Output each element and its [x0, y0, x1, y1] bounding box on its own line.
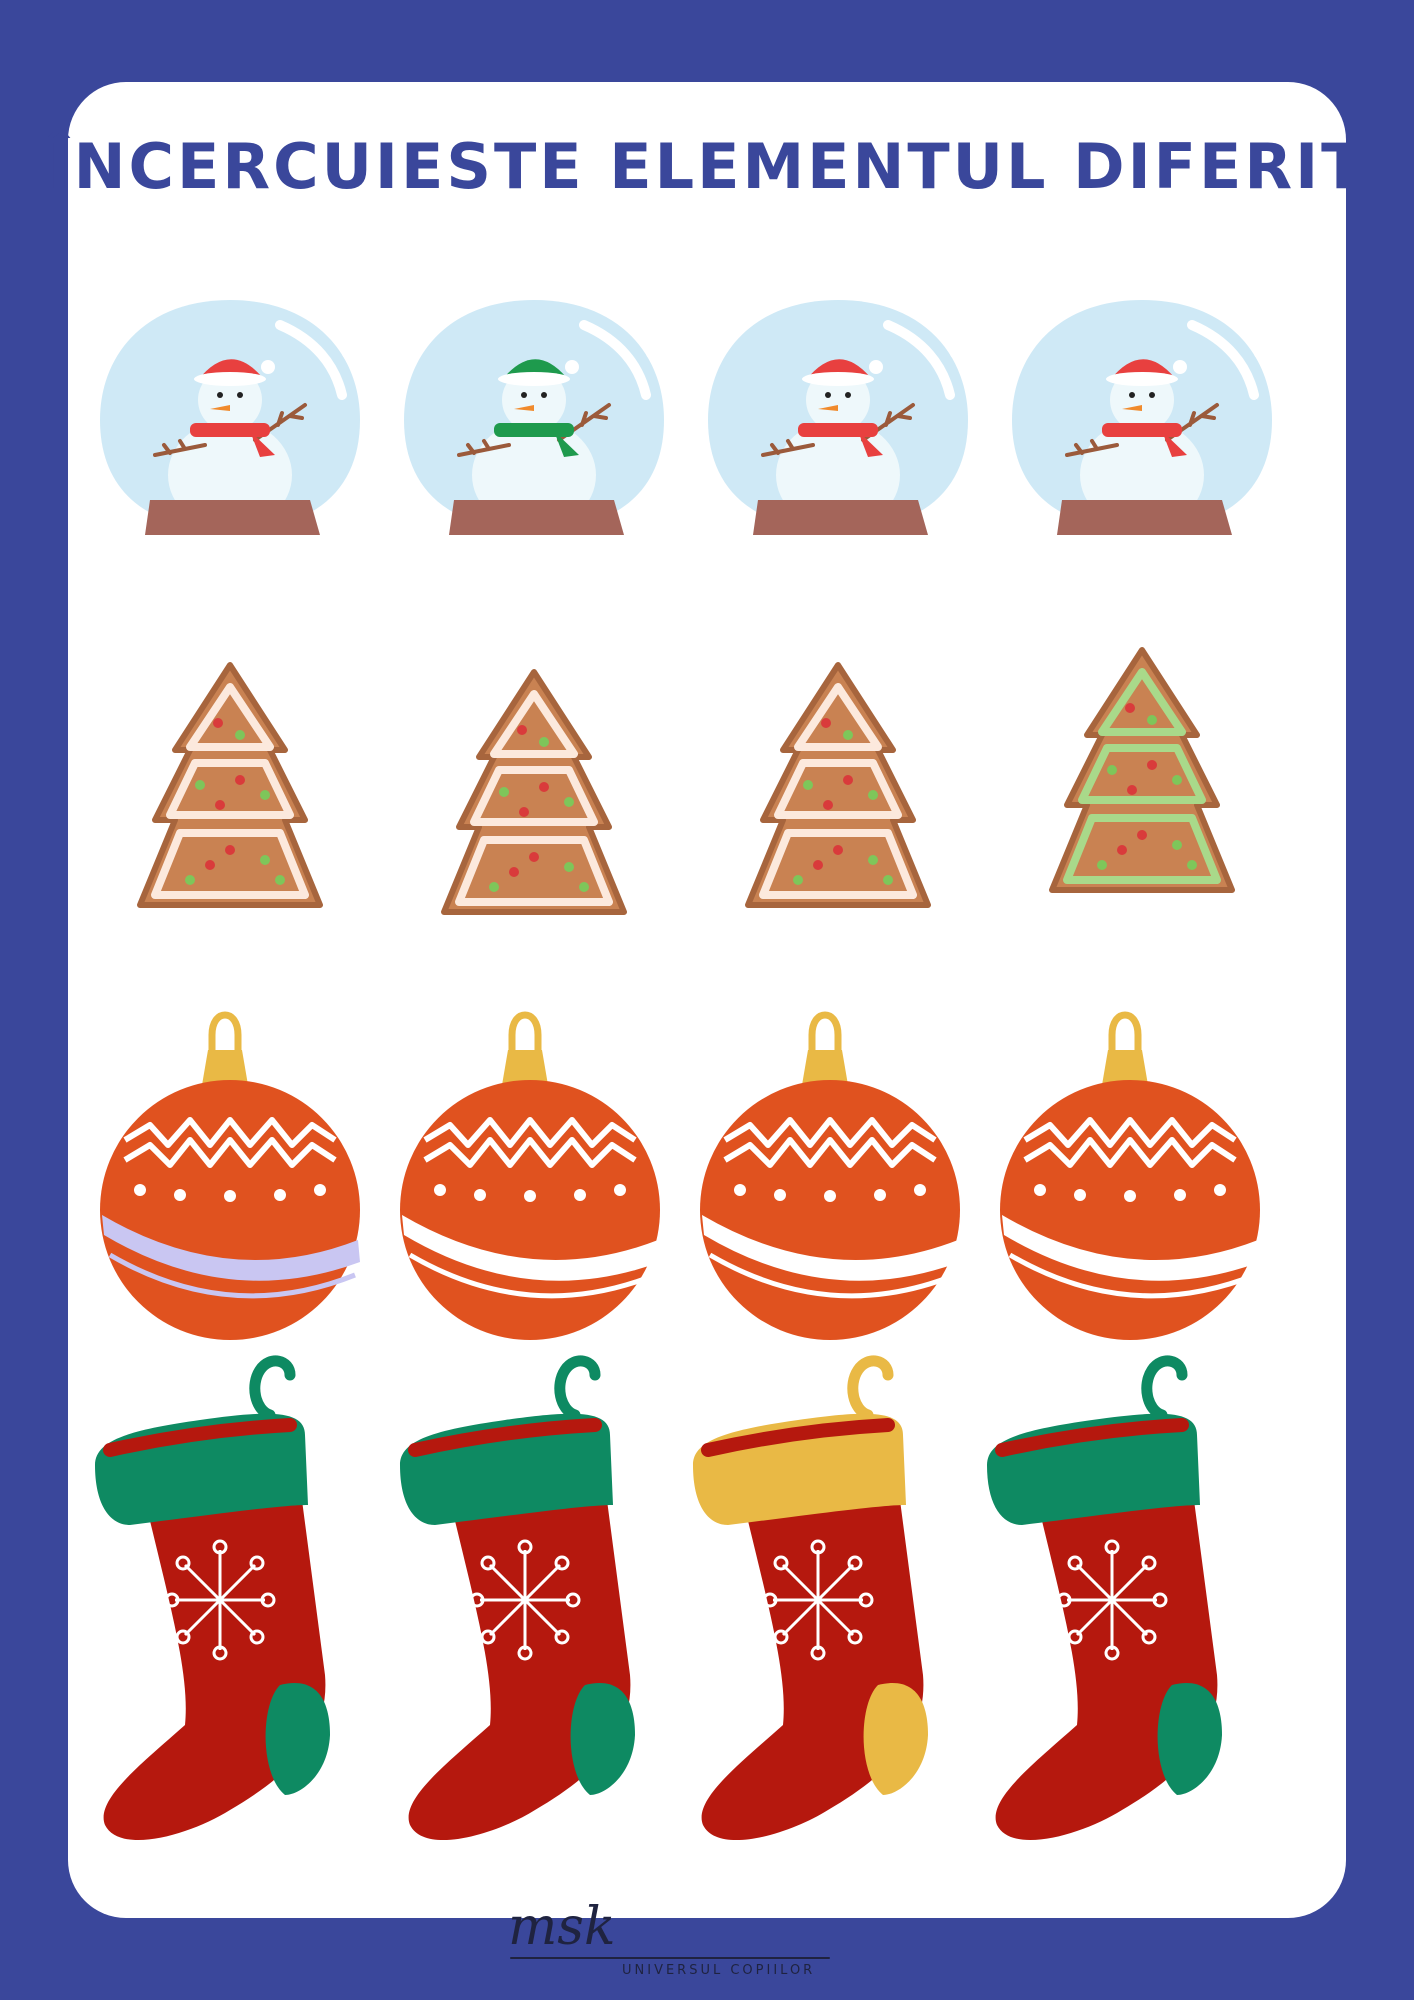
stocking-4[interactable]: [982, 1355, 1282, 1865]
stocking-2[interactable]: [395, 1355, 695, 1865]
snow-globe-2[interactable]: [384, 295, 684, 595]
ornament-ball-3[interactable]: [680, 1000, 980, 1300]
stocking-icon: [90, 1355, 350, 1865]
gingerbread-tree-icon: [688, 655, 988, 955]
ornament-icon: [380, 1000, 680, 1340]
ornament-icon: [80, 1000, 380, 1340]
brand-underline: [510, 1957, 830, 1959]
snow-globe-icon: [80, 295, 380, 595]
gingerbread-tree-2[interactable]: [384, 662, 684, 962]
brand-tagline: UNIVERSUL COPIILOR: [622, 1963, 816, 1978]
ornament-ball-4[interactable]: [980, 1000, 1280, 1300]
stocking-icon: [688, 1355, 948, 1865]
brand-logo: msk UNIVERSUL COPIILOR: [500, 1897, 840, 1990]
snow-globe-3[interactable]: [688, 295, 988, 595]
stocking-icon: [395, 1355, 655, 1865]
snow-globe-icon: [688, 295, 988, 595]
gingerbread-tree-1[interactable]: [80, 655, 380, 955]
gingerbread-tree-icon: [80, 655, 380, 955]
gingerbread-tree-icon: [384, 662, 684, 962]
stocking-icon: [982, 1355, 1242, 1865]
snow-globe-icon: [992, 295, 1292, 595]
ornament-icon: [980, 1000, 1280, 1340]
ornament-ball-2[interactable]: [380, 1000, 680, 1300]
ornament-ball-1[interactable]: [80, 1000, 380, 1300]
stocking-3[interactable]: [688, 1355, 988, 1865]
snow-globe-icon: [384, 295, 684, 595]
snow-globe-1[interactable]: [80, 295, 380, 595]
brand-script: msk: [508, 1897, 616, 1957]
gingerbread-tree-3[interactable]: [688, 655, 988, 955]
ornament-icon: [680, 1000, 980, 1340]
stocking-1[interactable]: [90, 1355, 390, 1865]
gingerbread-tree-4[interactable]: [992, 640, 1292, 940]
items-grid: [0, 0, 1414, 2000]
gingerbread-tree-icon: [992, 640, 1292, 940]
snow-globe-4[interactable]: [992, 295, 1292, 595]
